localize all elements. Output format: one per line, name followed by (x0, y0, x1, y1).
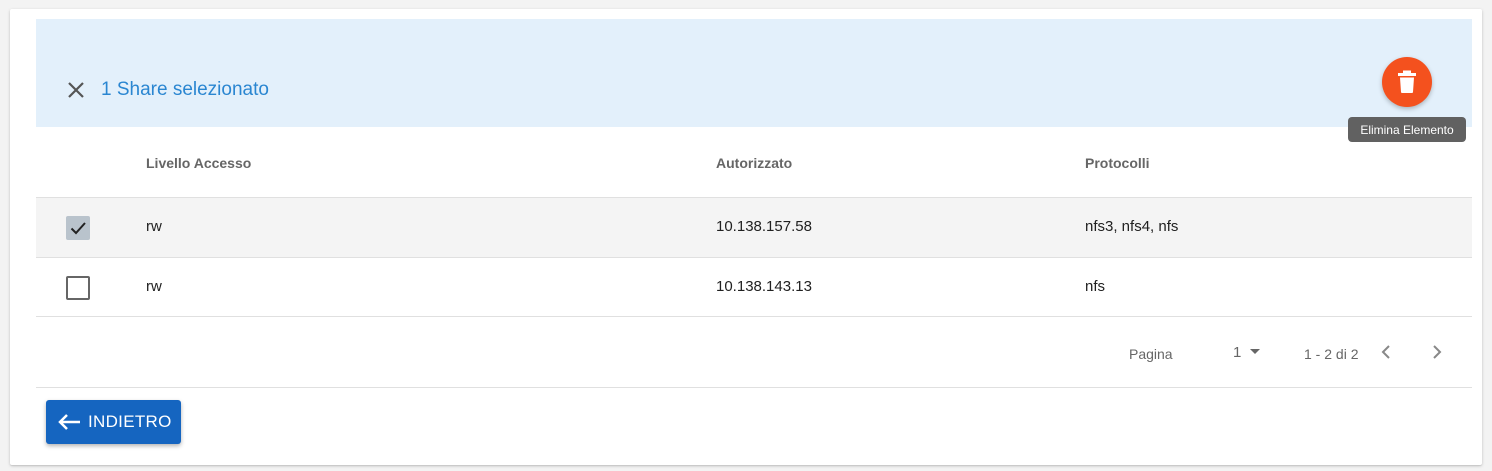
protocols-cell: nfs3, nfs4, nfs (1085, 218, 1179, 235)
previous-page-button[interactable] (1374, 340, 1398, 364)
pagination-range-text: 1 - 2 di 2 (1304, 346, 1359, 362)
back-button[interactable]: INDIETRO (46, 400, 181, 444)
pagination-page-label: Pagina (1129, 346, 1173, 362)
chevron-left-icon (1381, 345, 1390, 359)
next-page-button[interactable] (1425, 340, 1449, 364)
selection-count-text: 1 Share selezionato (101, 79, 269, 100)
column-header-protocols: Protocolli (1085, 155, 1150, 171)
page-select[interactable]: 1 (1233, 344, 1269, 364)
triangle-down-icon (1250, 349, 1260, 354)
arrow-left-icon (58, 414, 80, 430)
authorized-cell: 10.138.143.13 (716, 278, 812, 295)
authorized-cell: 10.138.157.58 (716, 218, 812, 235)
table-row[interactable]: rw 10.138.143.13 nfs (36, 257, 1472, 317)
share-permissions-card: 1 Share selezionato Elimina Elemento Liv… (10, 9, 1482, 465)
access-level-cell: rw (146, 218, 162, 235)
close-icon (68, 82, 84, 98)
protocols-cell: nfs (1085, 278, 1106, 295)
footer-divider (36, 387, 1472, 388)
delete-tooltip: Elimina Elemento (1348, 117, 1466, 142)
column-header-access-level: Livello Accesso (146, 155, 252, 171)
row-checkbox[interactable] (66, 276, 90, 300)
clear-selection-button[interactable] (64, 78, 88, 102)
table-row[interactable]: rw 10.138.157.58 nfs3, nfs4, nfs (36, 197, 1472, 257)
selection-toolbar: 1 Share selezionato (36, 19, 1472, 127)
page-select-value: 1 (1233, 344, 1242, 361)
access-level-cell: rw (146, 278, 162, 295)
chevron-right-icon (1433, 345, 1442, 359)
check-icon (70, 222, 86, 235)
back-button-label: INDIETRO (88, 412, 172, 431)
column-header-authorized: Autorizzato (716, 155, 793, 171)
trash-icon (1398, 70, 1416, 93)
delete-item-button[interactable] (1382, 57, 1432, 107)
row-checkbox[interactable] (66, 216, 90, 240)
